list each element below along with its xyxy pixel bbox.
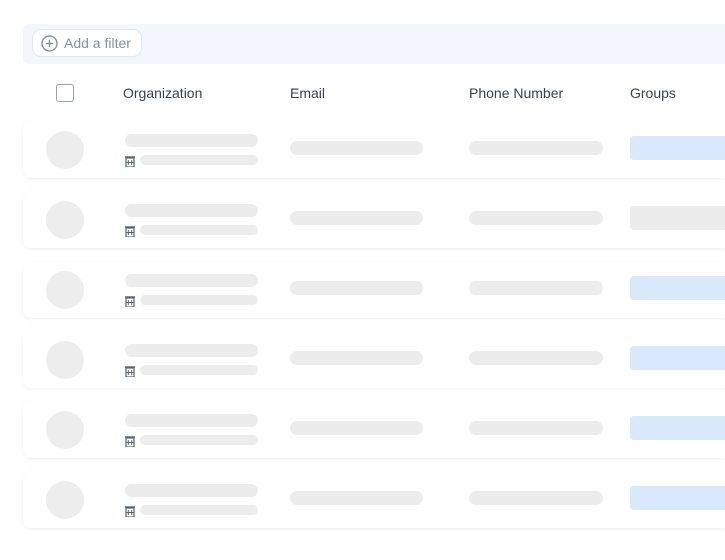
building-icon [125, 504, 135, 518]
table-row[interactable] [23, 472, 725, 528]
groups-placeholder [630, 346, 725, 370]
organization-name-placeholder [125, 204, 258, 217]
building-icon [125, 364, 135, 378]
building-icon [125, 154, 135, 168]
filter-bar: Add a filter [23, 24, 725, 64]
avatar-placeholder [46, 411, 84, 449]
table-row[interactable] [23, 402, 725, 458]
phone-number-placeholder [469, 351, 603, 365]
phone-number-placeholder [469, 491, 603, 505]
building-icon [125, 434, 135, 448]
organization-subtitle-placeholder [140, 225, 258, 235]
organization-subtitle-placeholder [140, 155, 258, 165]
column-header-email[interactable]: Email [290, 85, 325, 101]
column-header-groups[interactable]: Groups [630, 85, 676, 101]
building-icon [125, 224, 135, 238]
email-placeholder [290, 211, 423, 225]
organization-subtitle-placeholder [140, 505, 258, 515]
organization-subtitle-placeholder [140, 295, 258, 305]
avatar-placeholder [46, 201, 84, 239]
select-all-checkbox[interactable] [56, 84, 74, 102]
organization-subtitle-placeholder [140, 365, 258, 375]
avatar-placeholder [46, 131, 84, 169]
phone-number-placeholder [469, 281, 603, 295]
organization-name-placeholder [125, 414, 258, 427]
email-placeholder [290, 491, 423, 505]
column-header-organization[interactable]: Organization [123, 85, 202, 101]
table-row[interactable] [23, 192, 725, 248]
email-placeholder [290, 141, 423, 155]
phone-number-placeholder [469, 421, 603, 435]
phone-number-placeholder [469, 141, 603, 155]
avatar-placeholder [46, 271, 84, 309]
table-row[interactable] [23, 332, 725, 388]
avatar-placeholder [46, 481, 84, 519]
groups-placeholder [630, 486, 725, 510]
building-icon [125, 294, 135, 308]
add-filter-button[interactable]: Add a filter [32, 29, 142, 57]
groups-placeholder [630, 276, 725, 300]
column-header-phone-number[interactable]: Phone Number [469, 85, 563, 101]
email-placeholder [290, 421, 423, 435]
email-placeholder [290, 281, 423, 295]
phone-number-placeholder [469, 211, 603, 225]
groups-placeholder [630, 416, 725, 440]
email-placeholder [290, 351, 423, 365]
organization-name-placeholder [125, 274, 258, 287]
organization-name-placeholder [125, 344, 258, 357]
organization-name-placeholder [125, 134, 258, 147]
organization-name-placeholder [125, 484, 258, 497]
groups-placeholder [630, 206, 725, 230]
organization-subtitle-placeholder [140, 435, 258, 445]
avatar-placeholder [46, 341, 84, 379]
add-filter-label: Add a filter [64, 35, 131, 51]
groups-placeholder [630, 136, 725, 160]
table-row[interactable] [23, 122, 725, 178]
plus-circle-icon [41, 34, 58, 52]
table-row[interactable] [23, 262, 725, 318]
table-header: Organization Email Phone Number Groups [0, 80, 725, 108]
